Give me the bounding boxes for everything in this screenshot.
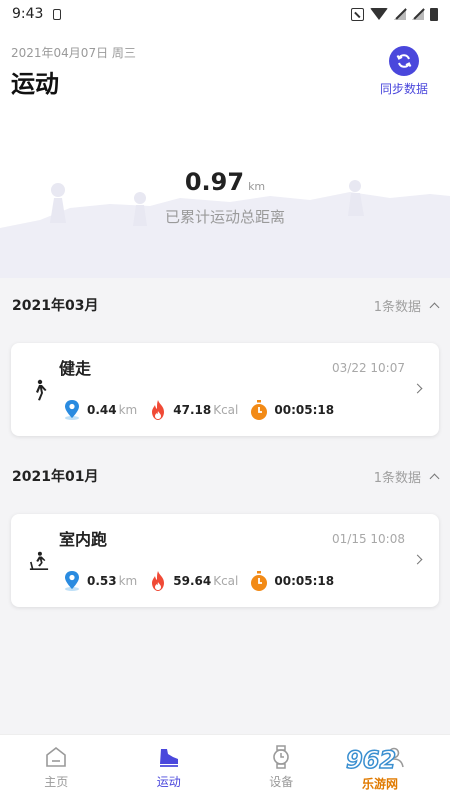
watch-icon <box>273 745 290 769</box>
total-distance-unit: km <box>248 180 266 193</box>
calories-metric: 59.64 Kcal <box>149 570 238 592</box>
total-distance-caption: 已累计运动总距离 <box>164 208 285 226</box>
activity-name: 室内跑 <box>59 530 108 549</box>
tab-label: 设备 <box>269 775 294 789</box>
duration-value: 00:05:18 <box>274 403 335 417</box>
activity-time: 03/22 10:07 <box>332 361 405 375</box>
treadmill-icon <box>29 551 49 570</box>
watermark-brand: 962 <box>345 745 397 775</box>
total-distance-value: 0.97 <box>184 168 245 196</box>
distance-value: 0.53 <box>87 574 117 588</box>
month-group-title: 2021年01月 <box>12 469 99 485</box>
duration-value: 00:05:18 <box>274 574 335 588</box>
total-distance: 0.97 km <box>0 168 450 196</box>
activity-record-card[interactable]: 室内跑 01/15 10:08 0.53 km 59.64 Kcal 00:05… <box>11 514 439 607</box>
signal-icon <box>394 8 406 20</box>
signal-icon <box>412 8 424 20</box>
location-pin-icon <box>65 400 79 420</box>
month-group-count: 1条数据 <box>373 470 421 486</box>
stopwatch-icon <box>251 571 268 591</box>
distance-unit: km <box>118 403 138 417</box>
calories-value: 47.18 <box>173 403 212 417</box>
sync-data-button[interactable]: 同步数据 <box>372 46 436 97</box>
distance-metric: 0.53 km <box>63 570 137 592</box>
stopwatch-icon <box>251 400 268 420</box>
shoe-icon <box>159 749 178 767</box>
status-time: 9:43 <box>12 6 44 22</box>
chevron-right-icon <box>412 383 423 394</box>
tab-label: 主页 <box>44 775 69 789</box>
chevron-up-icon <box>429 302 440 312</box>
sync-label: 同步数据 <box>379 82 428 96</box>
distance-unit: km <box>118 574 138 588</box>
distance-value: 0.44 <box>87 403 117 417</box>
activity-metrics: 0.53 km 59.64 Kcal 00:05:18 <box>63 570 346 592</box>
month-group-header[interactable]: 2021年03月 1条数据 <box>0 278 450 332</box>
sync-icon <box>389 46 419 76</box>
battery-icon <box>430 7 438 21</box>
tab-home[interactable]: 主页 <box>0 735 113 800</box>
watermark-logo: 962 乐游网 <box>324 745 444 796</box>
walking-icon <box>36 379 47 401</box>
chevron-up-icon <box>429 473 440 483</box>
activity-name: 健走 <box>59 359 92 378</box>
sim-icon <box>53 8 62 20</box>
calories-value: 59.64 <box>173 574 212 588</box>
nfc-icon <box>351 7 364 21</box>
location-pin-icon <box>65 571 79 591</box>
tab-device[interactable]: 设备 <box>225 735 338 800</box>
distance-metric: 0.44 km <box>63 399 137 421</box>
tab-label: 运动 <box>156 775 181 789</box>
current-date: 2021年04月07日 周三 <box>11 46 136 60</box>
calories-metric: 47.18 Kcal <box>149 399 238 421</box>
month-group-header[interactable]: 2021年01月 1条数据 <box>0 449 450 503</box>
chevron-right-icon <box>412 554 423 565</box>
duration-metric: 00:05:18 <box>250 399 334 421</box>
month-group-count: 1条数据 <box>373 299 421 315</box>
activity-record-card[interactable]: 健走 03/22 10:07 0.44 km 47.18 Kcal 00:05:… <box>11 343 439 436</box>
page-title: 运动 <box>11 70 59 98</box>
calories-unit: Kcal <box>213 403 239 417</box>
calories-unit: Kcal <box>213 574 239 588</box>
fire-icon <box>152 571 165 591</box>
activity-time: 01/15 10:08 <box>332 532 405 546</box>
fire-icon <box>152 400 165 420</box>
wifi-icon <box>370 8 388 20</box>
home-icon <box>46 746 67 767</box>
status-bar: 9:43 <box>0 0 450 28</box>
month-group-title: 2021年03月 <box>12 298 99 314</box>
watermark-sub: 乐游网 <box>360 775 401 792</box>
activity-metrics: 0.44 km 47.18 Kcal 00:05:18 <box>63 399 346 421</box>
duration-metric: 00:05:18 <box>250 570 334 592</box>
tab-sport[interactable]: 运动 <box>113 735 226 800</box>
